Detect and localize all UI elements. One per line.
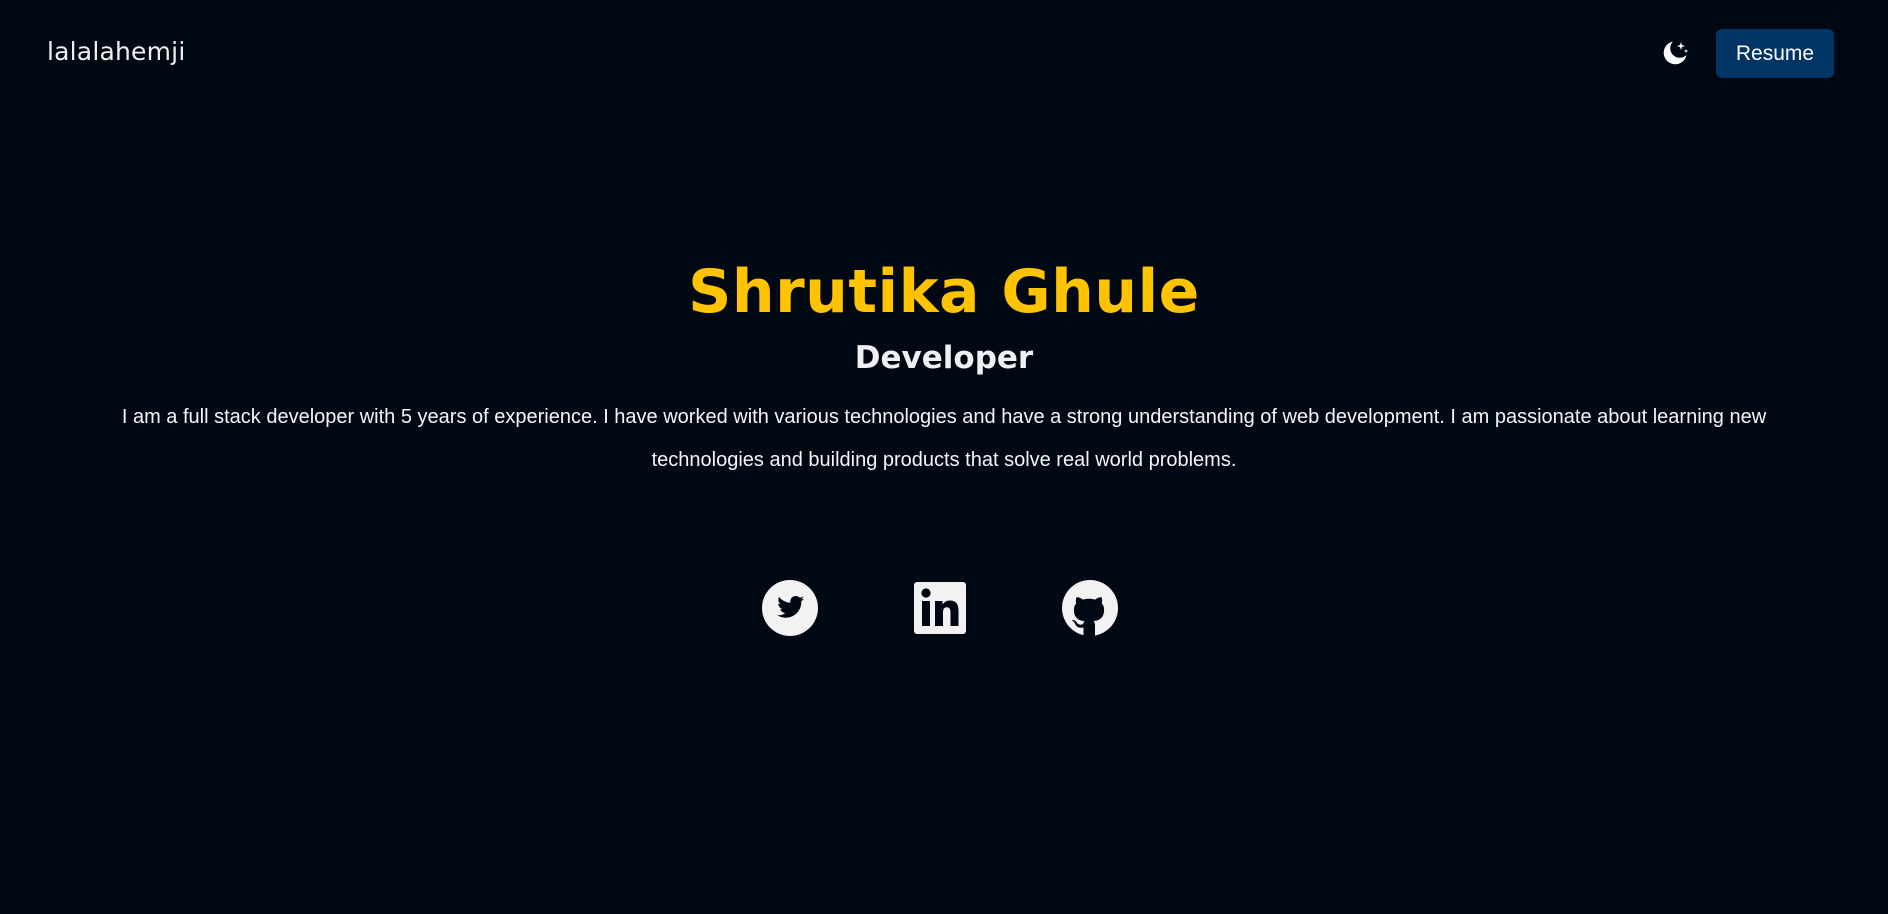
github-icon [1062,580,1118,636]
hero-section: Shrutika Ghule Developer I am a full sta… [0,250,1888,482]
navbar: lalalahemji Resume [0,0,1888,108]
linkedin-link[interactable] [908,576,972,640]
theme-toggle-button[interactable] [1658,36,1692,70]
hero-role: Developer [854,340,1034,376]
portfolio-page: lalalahemji Resume Shrutika Ghule Develo… [0,0,1888,914]
hero-bio: I am a full stack developer with 5 years… [121,406,1767,471]
social-links [0,576,1888,640]
brand-link[interactable]: lalalahemji [47,37,185,66]
moon-stars-icon [1663,41,1688,65]
twitter-icon [762,580,818,636]
hero-name: Shrutika Ghule [688,257,1200,327]
github-link[interactable] [1058,576,1122,640]
resume-button[interactable]: Resume [1716,29,1834,78]
linkedin-icon [914,582,966,634]
twitter-link[interactable] [758,576,822,640]
